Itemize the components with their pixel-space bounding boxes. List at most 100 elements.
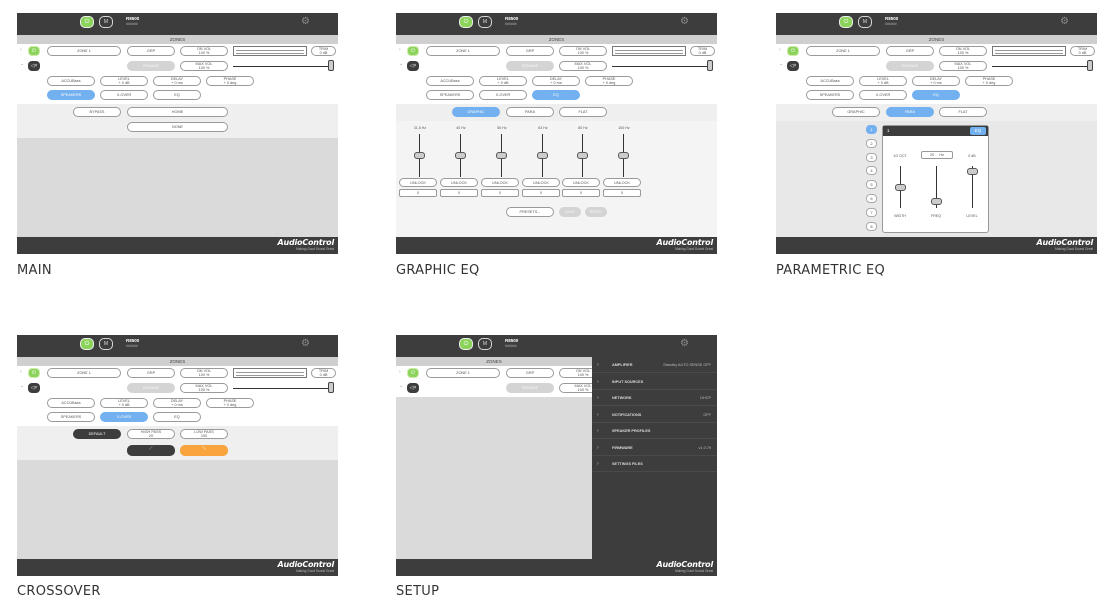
- trim-button[interactable]: TRIM 0 dB: [1070, 46, 1095, 56]
- max-vol-button[interactable]: MAX VOL 100 %: [180, 61, 228, 71]
- band-number-button[interactable]: 8: [866, 221, 877, 231]
- phase-button[interactable]: PHASE + 0 deg: [206, 398, 254, 408]
- setup-menu-item[interactable]: › AMPLIFIER Standby AUTO SENSE OFF: [592, 357, 717, 373]
- rename-button[interactable]: RENAME: [506, 61, 554, 71]
- gear-icon[interactable]: ⚙: [301, 339, 310, 349]
- tab-speakers[interactable]: SPEAKERS: [806, 90, 854, 100]
- setup-menu-item[interactable]: › FIRMWARE v1.0.79: [592, 440, 717, 456]
- delay-button[interactable]: DELAY + 0 ms: [153, 398, 201, 408]
- level-button[interactable]: LEVEL + 0 dB: [859, 76, 907, 86]
- band-number-button[interactable]: 4: [866, 166, 877, 176]
- mute-button[interactable]: M: [478, 338, 492, 350]
- source-select[interactable]: GRP: [506, 46, 554, 56]
- mode-flat-button[interactable]: FLAT: [939, 107, 987, 117]
- default-button[interactable]: DEFAULT: [73, 429, 121, 439]
- volume-slider[interactable]: [612, 46, 686, 56]
- tab-xover[interactable]: X-OVER: [859, 90, 907, 100]
- zone-name-field[interactable]: ZONE 1: [426, 46, 500, 56]
- volume-slider[interactable]: [233, 368, 307, 378]
- power-button[interactable]: ⏻: [80, 338, 94, 350]
- tab-xover[interactable]: X-OVER: [100, 90, 148, 100]
- chevron-down-icon[interactable]: ⌄: [20, 61, 24, 67]
- band-slider-knob[interactable]: [455, 152, 466, 159]
- source-select[interactable]: GRP: [886, 46, 934, 56]
- chevron-down-icon[interactable]: ⌄: [399, 61, 403, 67]
- mute-button[interactable]: M: [99, 16, 113, 28]
- band-number-button[interactable]: 6: [866, 194, 877, 203]
- mute-button[interactable]: M: [99, 338, 113, 350]
- band-number-button[interactable]: 3: [866, 152, 877, 162]
- zone-power-button[interactable]: ⏻: [28, 368, 40, 378]
- tab-speakers[interactable]: SPEAKERS: [426, 90, 474, 100]
- band-value-stepper[interactable]: 0: [440, 189, 478, 197]
- tab-eq[interactable]: EQ: [532, 90, 580, 100]
- phase-button[interactable]: PHASE + 0 deg: [206, 76, 254, 86]
- rename-button[interactable]: RENAME: [886, 61, 934, 71]
- chevron-right-icon[interactable]: ›: [20, 369, 22, 375]
- zone-name-field[interactable]: ZONE 1: [47, 46, 121, 56]
- setup-menu-item[interactable]: › SPEAKER PROFILES: [592, 423, 717, 439]
- rename-button[interactable]: RENAME: [127, 383, 175, 393]
- accubass-button[interactable]: ACCUBass: [426, 76, 474, 86]
- none-select[interactable]: NONE: [127, 122, 228, 132]
- gear-icon[interactable]: ⚙: [680, 17, 689, 27]
- zone-power-button[interactable]: ⏻: [28, 46, 40, 56]
- power-button[interactable]: ⏻: [459, 338, 473, 350]
- trim-button[interactable]: TRIM 0 dB: [690, 46, 715, 56]
- setup-menu-item[interactable]: › SETTINGS FILES: [592, 456, 717, 472]
- trim-button[interactable]: TRIM 0 dB: [311, 368, 336, 378]
- tab-eq[interactable]: EQ: [912, 90, 960, 100]
- accubass-button[interactable]: ACCUBass: [47, 398, 95, 408]
- tab-speakers[interactable]: SPEAKERS: [47, 412, 95, 422]
- low-pass-curve-icon[interactable]: ⟍: [180, 445, 228, 456]
- rename-button[interactable]: RENAME: [127, 61, 175, 71]
- tab-speakers[interactable]: SPEAKERS: [47, 90, 95, 100]
- eq-badge[interactable]: EQ: [970, 127, 986, 135]
- chevron-right-icon[interactable]: ›: [20, 47, 22, 53]
- high-pass-button[interactable]: HIGH PASS 20: [127, 429, 175, 439]
- zone-name-field[interactable]: ZONE 1: [806, 46, 880, 56]
- gear-icon[interactable]: ⚙: [301, 17, 310, 27]
- band-number-button[interactable]: 7: [866, 207, 877, 217]
- setup-menu-item[interactable]: › NETWORK DHCP: [592, 390, 717, 406]
- tab-eq[interactable]: EQ: [153, 90, 201, 100]
- max-vol-knob[interactable]: [707, 60, 713, 71]
- band-unlock-button[interactable]: UNLOCK: [481, 178, 519, 187]
- on-vol-button[interactable]: ON VOL 100 %: [559, 46, 607, 56]
- chevron-down-icon[interactable]: ⌄: [779, 61, 783, 67]
- high-pass-curve-icon[interactable]: ⟋: [127, 445, 175, 456]
- mute-button[interactable]: M: [478, 16, 492, 28]
- bypass-button[interactable]: BYPASS: [73, 107, 121, 117]
- level-slider-knob[interactable]: [967, 168, 978, 175]
- level-button[interactable]: LEVEL + 0 dB: [479, 76, 527, 86]
- reset-button[interactable]: RESET: [585, 207, 607, 217]
- home-select[interactable]: HOME: [127, 107, 228, 117]
- delay-button[interactable]: DELAY + 0 ms: [153, 76, 201, 86]
- level-button[interactable]: LEVEL + 0 dB: [100, 76, 148, 86]
- gear-icon[interactable]: ⚙: [1060, 17, 1069, 27]
- trim-button[interactable]: TRIM 0 dB: [311, 46, 336, 56]
- zone-mute-button[interactable]: ◁×: [407, 383, 419, 393]
- width-slider-knob[interactable]: [895, 184, 906, 191]
- delay-button[interactable]: DELAY + 0 ms: [912, 76, 960, 86]
- mute-button[interactable]: M: [858, 16, 872, 28]
- mode-flat-button[interactable]: FLAT: [559, 107, 607, 117]
- zone-name-field[interactable]: ZONE 1: [47, 368, 121, 378]
- delay-button[interactable]: DELAY + 0 ms: [532, 76, 580, 86]
- mode-para-button[interactable]: PARA: [886, 107, 934, 117]
- zone-mute-button[interactable]: ◁×: [407, 61, 419, 71]
- band-slider-knob[interactable]: [414, 152, 425, 159]
- zone-power-button[interactable]: ⏻: [407, 46, 419, 56]
- mode-graphic-button[interactable]: GRAPHIC: [832, 107, 880, 117]
- save-button[interactable]: SAVE: [559, 207, 581, 217]
- power-button[interactable]: ⏻: [459, 16, 473, 28]
- band-slider-knob[interactable]: [618, 152, 629, 159]
- tab-xover[interactable]: X-OVER: [479, 90, 527, 100]
- on-vol-button[interactable]: ON VOL 100 %: [180, 368, 228, 378]
- presets-button[interactable]: PRESETS...: [506, 207, 554, 217]
- band-value-stepper[interactable]: 0: [522, 189, 560, 197]
- phase-button[interactable]: PHASE + 0 deg: [965, 76, 1013, 86]
- chevron-right-icon[interactable]: ›: [399, 47, 401, 53]
- chevron-right-icon[interactable]: ›: [399, 369, 401, 375]
- low-pass-button[interactable]: LOW PASS 100: [180, 429, 228, 439]
